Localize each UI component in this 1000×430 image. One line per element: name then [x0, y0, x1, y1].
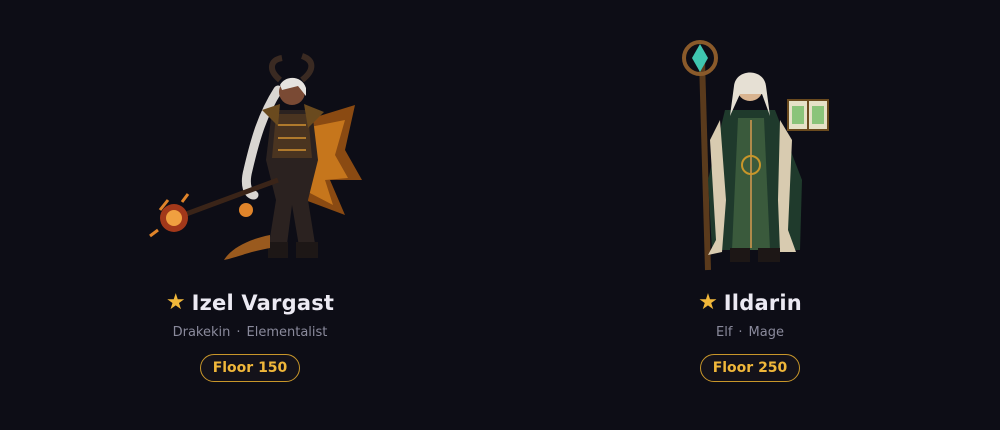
character-class: Mage — [748, 325, 784, 340]
floor-badge: Floor 250 — [699, 354, 801, 382]
floor-badge: Floor 150 — [199, 354, 301, 382]
character-card-ildarin[interactable]: ★ Ildarin Elf · Mage Floor 250 — [620, 30, 880, 382]
character-card-izel-vargast[interactable]: ★ Izel Vargast Drakekin · Elementalist F… — [120, 30, 380, 382]
character-class: Elementalist — [246, 325, 328, 340]
character-name-row: ★ Izel Vargast — [166, 289, 334, 317]
elf-mage-sprite-icon — [682, 40, 829, 271]
star-icon: ★ — [698, 290, 718, 315]
character-race: Drakekin — [172, 325, 231, 340]
separator-dot: · — [236, 325, 241, 340]
character-race-class: Drakekin · Elementalist — [173, 325, 328, 340]
character-race: Elf — [716, 325, 733, 340]
character-name: Izel Vargast — [191, 291, 335, 315]
separator-dot: · — [738, 325, 743, 340]
star-icon: ★ — [165, 290, 186, 315]
character-name-row: ★ Ildarin — [698, 289, 802, 317]
character-race-class: Elf · Mage — [716, 325, 784, 340]
character-roster: ★ Izel Vargast Drakekin · Elementalist F… — [0, 0, 1000, 430]
character-name: Ildarin — [723, 291, 802, 315]
drakekin-elementalist-sprite-icon — [149, 53, 362, 260]
